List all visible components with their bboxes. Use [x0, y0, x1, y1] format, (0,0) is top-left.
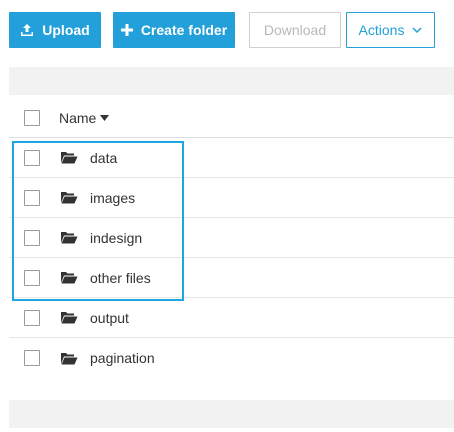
- name-column-header[interactable]: Name: [59, 109, 110, 126]
- name-column-label: Name: [59, 109, 97, 126]
- table-row[interactable]: indesign: [9, 218, 454, 258]
- folder-name[interactable]: output: [90, 310, 129, 326]
- folder-name[interactable]: pagination: [90, 350, 155, 366]
- create-folder-label: Create folder: [140, 22, 228, 38]
- download-button[interactable]: Download: [249, 12, 341, 48]
- folder-open-icon: [60, 271, 78, 284]
- row-checkbox[interactable]: [24, 229, 40, 246]
- sort-down-icon: [100, 114, 110, 121]
- file-browser: Upload Create folder Download Actions Na…: [0, 0, 454, 432]
- chevron-down-icon: [412, 27, 422, 33]
- file-table: Name data images indesign other files ou…: [9, 98, 454, 378]
- row-checkbox[interactable]: [24, 149, 40, 166]
- folder-open-icon: [60, 311, 78, 324]
- upload-icon: [20, 23, 34, 37]
- table-row[interactable]: images: [9, 178, 454, 218]
- folder-open-icon: [60, 231, 78, 244]
- download-label: Download: [263, 22, 327, 38]
- folder-name[interactable]: data: [90, 150, 117, 166]
- plus-icon: [120, 24, 133, 36]
- table-row[interactable]: data: [9, 138, 454, 178]
- folder-open-icon: [60, 352, 78, 365]
- select-all-checkbox[interactable]: [24, 109, 40, 126]
- row-checkbox[interactable]: [24, 350, 40, 366]
- bottom-gray-bar: [9, 400, 454, 428]
- actions-label: Actions: [358, 22, 405, 38]
- top-gray-bar: [9, 67, 454, 95]
- create-folder-button[interactable]: Create folder: [113, 12, 235, 48]
- folder-open-icon: [60, 151, 78, 164]
- actions-dropdown[interactable]: Actions: [346, 12, 435, 48]
- folder-name[interactable]: images: [90, 190, 135, 206]
- table-row[interactable]: other files: [9, 258, 454, 298]
- folder-name[interactable]: other files: [90, 270, 151, 286]
- folder-open-icon: [60, 191, 78, 204]
- table-row[interactable]: pagination: [9, 338, 454, 378]
- row-checkbox[interactable]: [24, 189, 40, 206]
- folder-name[interactable]: indesign: [90, 230, 142, 246]
- upload-label: Upload: [42, 22, 90, 38]
- row-checkbox[interactable]: [24, 309, 40, 326]
- row-checkbox[interactable]: [24, 269, 40, 286]
- upload-button[interactable]: Upload: [9, 12, 101, 48]
- table-row[interactable]: output: [9, 298, 454, 338]
- table-header: Name: [9, 98, 454, 138]
